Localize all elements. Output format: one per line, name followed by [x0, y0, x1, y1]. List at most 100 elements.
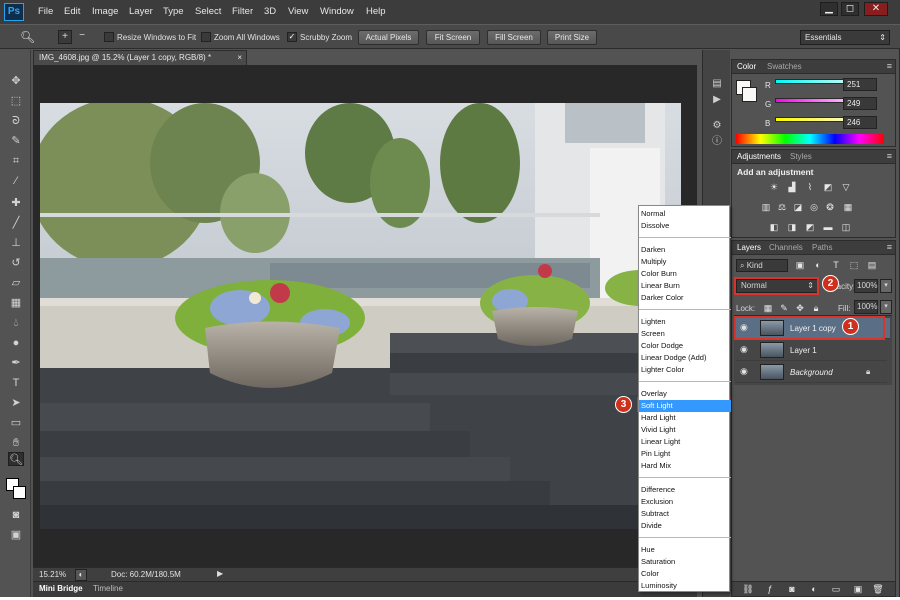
zoom-out-icon[interactable]: −: [75, 30, 89, 44]
invert-icon[interactable]: ◧: [768, 222, 780, 232]
blue-value[interactable]: 246: [843, 116, 877, 129]
restore-button[interactable]: ◻: [841, 2, 859, 16]
layer-style-icon[interactable]: ƒ: [764, 584, 776, 594]
eye-icon[interactable]: ◉: [740, 344, 748, 355]
zoom-tool-icon[interactable]: 🔍︎: [20, 30, 35, 44]
background-swatch[interactable]: [742, 87, 757, 102]
exposure-icon[interactable]: ◩: [822, 182, 834, 192]
layer-row[interactable]: ◉ Background 🔒︎: [736, 362, 887, 383]
new-adjustment-icon[interactable]: ◐: [808, 584, 820, 594]
quick-select-tool-icon[interactable]: ✎: [8, 134, 24, 148]
workspace-select[interactable]: Essentials ⇕: [800, 30, 890, 45]
blend-option-linear-burn[interactable]: Linear Burn: [639, 280, 731, 292]
resize-windows-checkbox[interactable]: [104, 32, 114, 42]
blend-option-lighten[interactable]: Lighten: [639, 316, 731, 328]
gradient-tool-icon[interactable]: ▦: [8, 296, 24, 310]
close-button[interactable]: ✕: [864, 2, 888, 16]
new-group-icon[interactable]: ▭: [830, 584, 842, 594]
print-size-button[interactable]: Print Size: [547, 30, 597, 45]
tab-layers[interactable]: Layers: [737, 243, 761, 252]
tab-paths[interactable]: Paths: [812, 243, 832, 252]
menu-edit[interactable]: Edit: [64, 6, 80, 17]
dodge-tool-icon[interactable]: ●: [8, 336, 24, 350]
posterize-icon[interactable]: ◨: [786, 222, 798, 232]
green-value[interactable]: 249: [843, 97, 877, 110]
panel-menu-icon[interactable]: ≡: [887, 151, 892, 161]
layer-filter-select[interactable]: ⌕ Kind: [736, 259, 788, 272]
menu-image[interactable]: Image: [92, 6, 118, 17]
actual-pixels-button[interactable]: Actual Pixels: [358, 30, 419, 45]
history-icon[interactable]: ▤: [710, 78, 724, 90]
hand-tool-icon[interactable]: ✋︎: [8, 436, 24, 450]
blend-option-darker-color[interactable]: Darker Color: [639, 292, 731, 304]
zoom-level[interactable]: 15.21%: [39, 570, 66, 579]
photo-filter-icon[interactable]: ◎: [808, 202, 820, 212]
blend-option-subtract[interactable]: Subtract: [639, 508, 731, 520]
path-selection-tool-icon[interactable]: ➤: [8, 396, 24, 410]
move-tool-icon[interactable]: ✥: [8, 74, 24, 88]
opacity-dropdown-icon[interactable]: ▾: [880, 279, 892, 293]
fill-dropdown-icon[interactable]: ▾: [880, 300, 892, 314]
eyedropper-tool-icon[interactable]: ⁄: [8, 174, 24, 188]
menu-window[interactable]: Window: [320, 6, 354, 17]
selective-color-icon[interactable]: ◫: [840, 222, 852, 232]
vibrance-icon[interactable]: ▽: [840, 182, 852, 192]
filter-smart-icon[interactable]: ▤: [866, 260, 878, 270]
blend-option-overlay[interactable]: Overlay: [639, 388, 731, 400]
hue-saturation-icon[interactable]: ▥: [760, 202, 772, 212]
threshold-icon[interactable]: ◩: [804, 222, 816, 232]
blend-option-screen[interactable]: Screen: [639, 328, 731, 340]
layer-mask-icon[interactable]: ◙: [786, 584, 798, 594]
lock-all-icon[interactable]: 🔒︎: [810, 303, 822, 313]
scrubby-zoom-checkbox[interactable]: ✓: [287, 32, 297, 42]
fill-field[interactable]: 100%: [854, 300, 878, 314]
status-menu-icon[interactable]: ◐: [75, 569, 87, 581]
blend-option-saturation[interactable]: Saturation: [639, 556, 731, 568]
quick-mask-icon[interactable]: ◙: [8, 508, 24, 522]
info-icon[interactable]: ⓘ: [710, 136, 724, 148]
blend-option-hard-light[interactable]: Hard Light: [639, 412, 731, 424]
eraser-tool-icon[interactable]: ▱: [8, 276, 24, 290]
color-lookup-icon[interactable]: ▦: [842, 202, 854, 212]
blend-option-color-dodge[interactable]: Color Dodge: [639, 340, 731, 352]
gradient-map-icon[interactable]: ▬: [822, 222, 834, 232]
menu-3d[interactable]: 3D: [264, 6, 276, 17]
menu-file[interactable]: File: [38, 6, 53, 17]
blend-option-exclusion[interactable]: Exclusion: [639, 496, 731, 508]
history-brush-tool-icon[interactable]: ↺: [8, 256, 24, 270]
menu-view[interactable]: View: [288, 6, 308, 17]
filter-type-icon[interactable]: T: [830, 260, 842, 270]
clone-stamp-tool-icon[interactable]: ⊥: [8, 236, 24, 250]
panel-menu-icon[interactable]: ≡: [887, 242, 892, 252]
document-close-icon[interactable]: ×: [237, 51, 242, 65]
blend-option-color-burn[interactable]: Color Burn: [639, 268, 731, 280]
blend-option-lighter-color[interactable]: Lighter Color: [639, 364, 731, 376]
blend-option-divide[interactable]: Divide: [639, 520, 731, 532]
opacity-field[interactable]: 100%: [854, 279, 878, 293]
tab-styles[interactable]: Styles: [790, 152, 812, 161]
menu-layer[interactable]: Layer: [129, 6, 153, 17]
brush-tool-icon[interactable]: ╱: [8, 216, 24, 230]
blend-option-luminosity[interactable]: Luminosity: [639, 580, 731, 592]
type-tool-icon[interactable]: T: [8, 376, 24, 390]
crop-tool-icon[interactable]: ⌗: [8, 154, 24, 168]
curves-icon[interactable]: ⌇: [804, 182, 816, 192]
blend-option-linear-dodge[interactable]: Linear Dodge (Add): [639, 352, 731, 364]
filter-pixel-icon[interactable]: ▣: [794, 260, 806, 270]
actions-play-icon[interactable]: ▶: [710, 94, 724, 106]
color-balance-icon[interactable]: ⚖: [776, 202, 788, 212]
tab-color[interactable]: Color: [737, 62, 756, 71]
blend-option-soft-light[interactable]: Soft Light: [639, 400, 731, 412]
lock-position-icon[interactable]: ✥: [794, 303, 806, 313]
trash-icon[interactable]: 🗑︎: [872, 584, 884, 594]
blend-option-color[interactable]: Color: [639, 568, 731, 580]
marquee-tool-icon[interactable]: ⬚: [8, 94, 24, 108]
menu-select[interactable]: Select: [195, 6, 221, 17]
black-white-icon[interactable]: ◪: [792, 202, 804, 212]
tab-channels[interactable]: Channels: [769, 243, 803, 252]
blend-option-hard-mix[interactable]: Hard Mix: [639, 460, 731, 472]
menu-filter[interactable]: Filter: [232, 6, 253, 17]
tab-timeline[interactable]: Timeline: [93, 584, 123, 593]
blend-option-dissolve[interactable]: Dissolve: [639, 220, 731, 232]
filter-shape-icon[interactable]: ⬚: [848, 260, 860, 270]
